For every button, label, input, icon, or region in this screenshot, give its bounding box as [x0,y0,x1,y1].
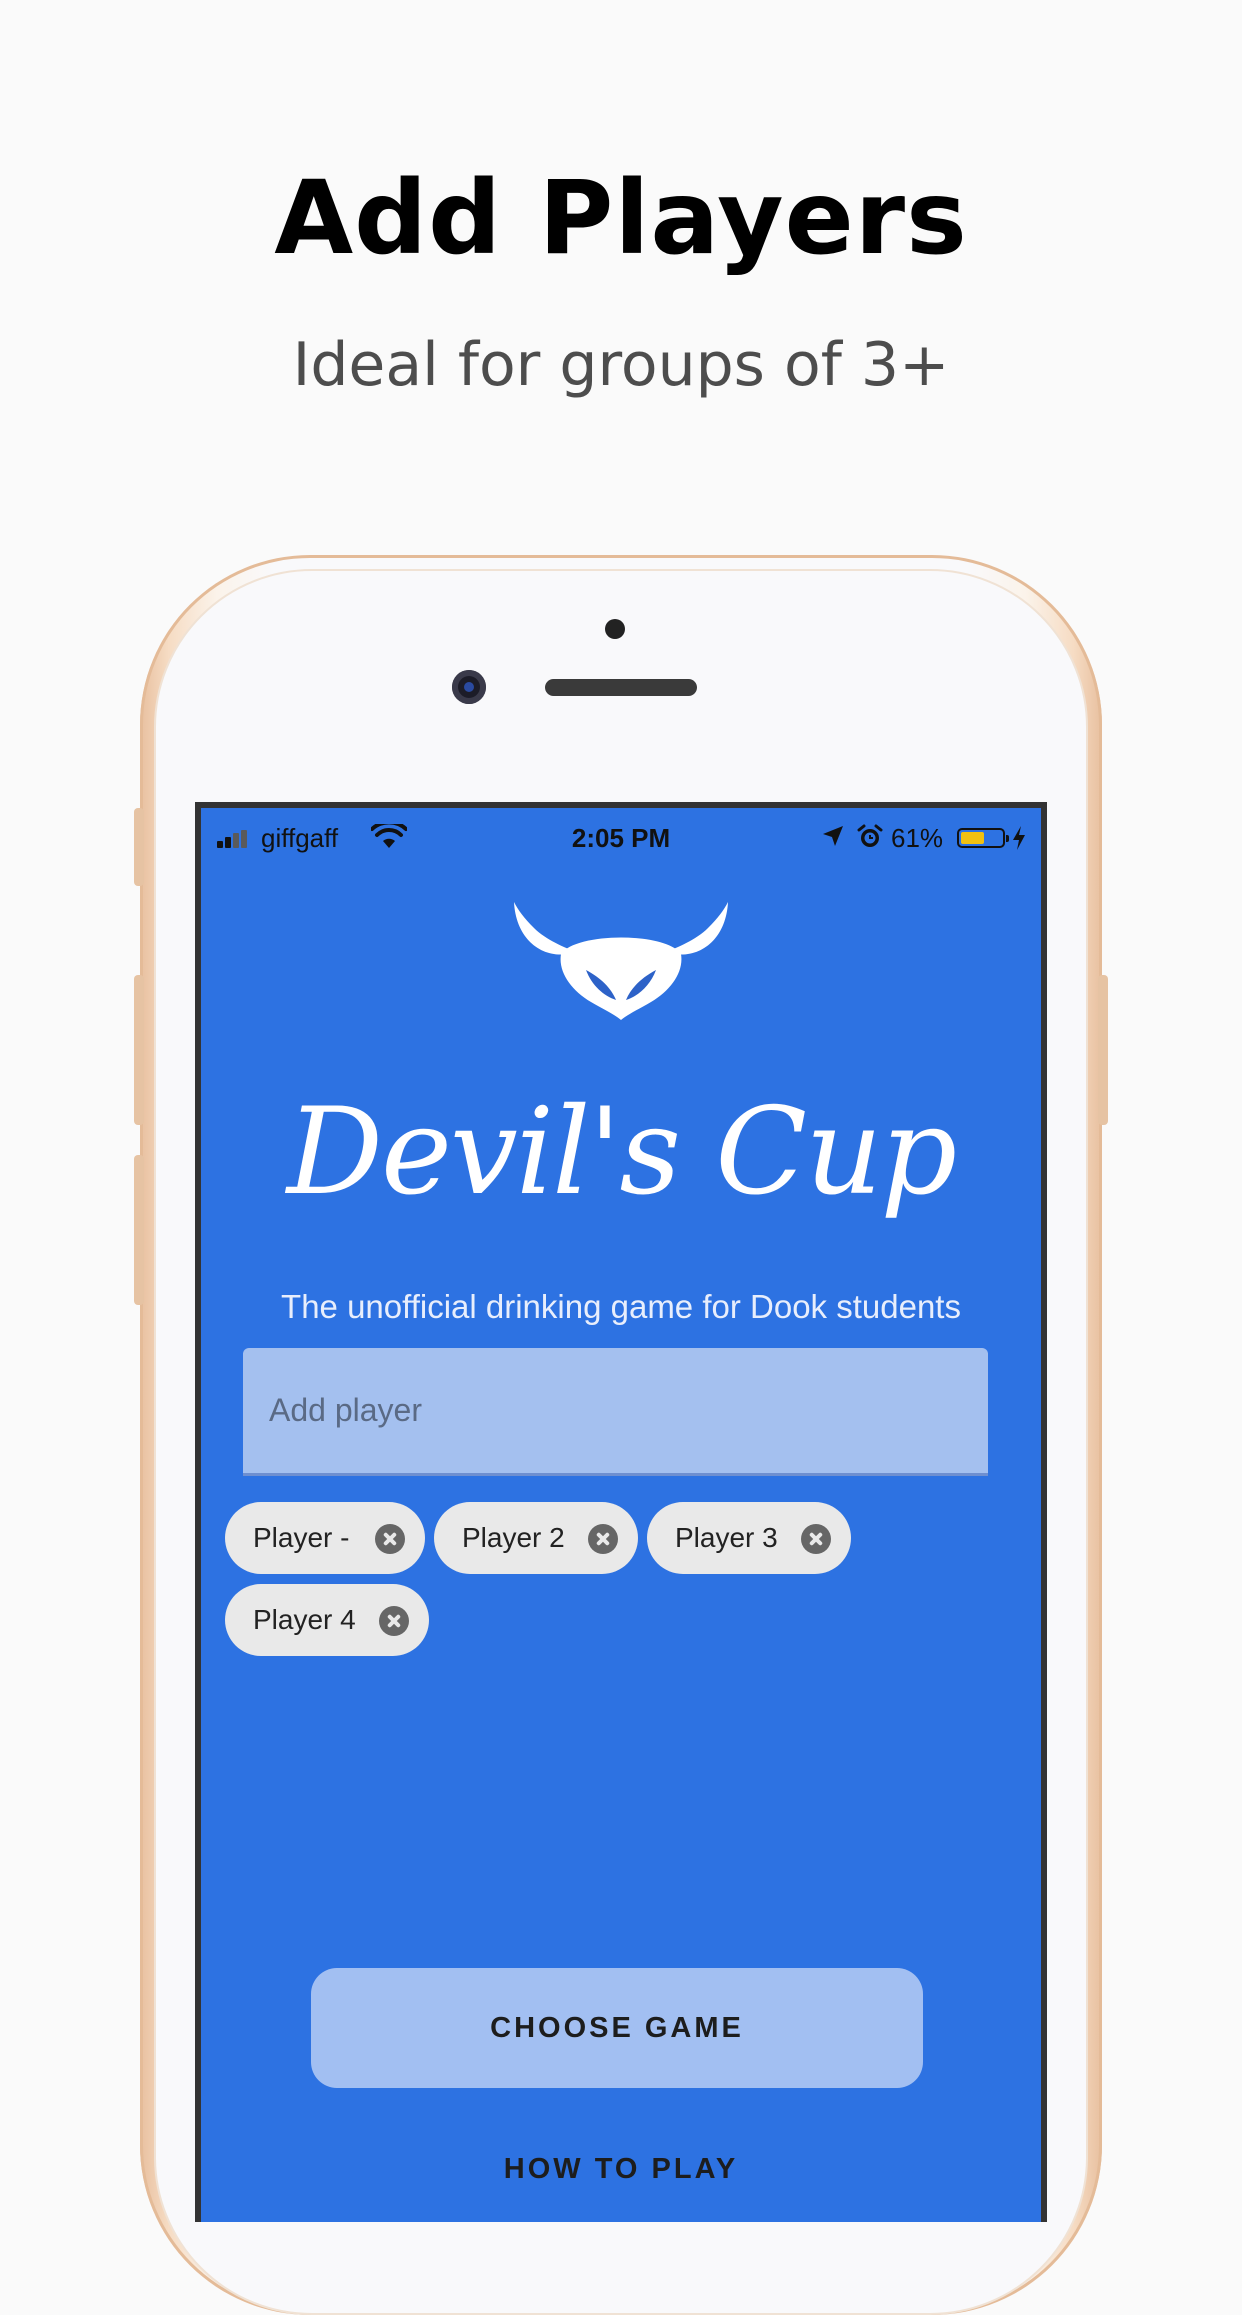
earpiece-speaker [545,679,697,696]
add-player-field[interactable] [243,1348,988,1476]
player-chip-label: Player - [253,1522,350,1553]
remove-player-icon[interactable] [375,1524,405,1554]
devil-horns-logo [514,902,728,1020]
battery-icon [957,828,1009,848]
volume-down-button [134,1155,144,1305]
player-chip[interactable]: Player 2 [434,1502,638,1574]
player-chip[interactable]: Player - [225,1502,425,1574]
remove-player-icon[interactable] [379,1606,409,1636]
battery-percent: 61% [891,823,944,853]
choose-game-button[interactable]: CHOOSE GAME [311,1968,923,2088]
proximity-sensor [605,619,625,639]
battery-level [961,832,984,844]
player-chip[interactable]: Player 3 [647,1502,851,1574]
player-chip-label: Player 3 [675,1522,778,1553]
player-chip[interactable]: Player 4 [225,1584,429,1656]
app-title: Devil's Cup [286,1083,957,1222]
charging-icon [1013,826,1025,850]
promo-headline: Add Players [274,159,968,278]
power-button [1098,975,1108,1125]
remove-player-icon[interactable] [588,1524,618,1554]
alarm-icon [857,824,883,847]
add-player-input[interactable] [243,1348,988,1473]
status-bar: giffgaff 2:05 PM 61% [201,808,1041,866]
app-tagline: The unofficial drinking game for Dook st… [281,1288,961,1325]
app-screen: giffgaff 2:05 PM 61% Devil's Cup The uno… [195,802,1047,2222]
player-chip-label: Player 4 [253,1604,356,1635]
player-chip-label: Player 2 [462,1522,565,1553]
location-icon [823,826,843,846]
how-to-play-link[interactable]: HOW TO PLAY [201,2153,1041,2186]
mute-switch [134,808,144,886]
remove-player-icon[interactable] [801,1524,831,1554]
volume-up-button [134,975,144,1125]
front-camera [452,670,486,704]
promo-subheadline: Ideal for groups of 3+ [292,330,950,400]
